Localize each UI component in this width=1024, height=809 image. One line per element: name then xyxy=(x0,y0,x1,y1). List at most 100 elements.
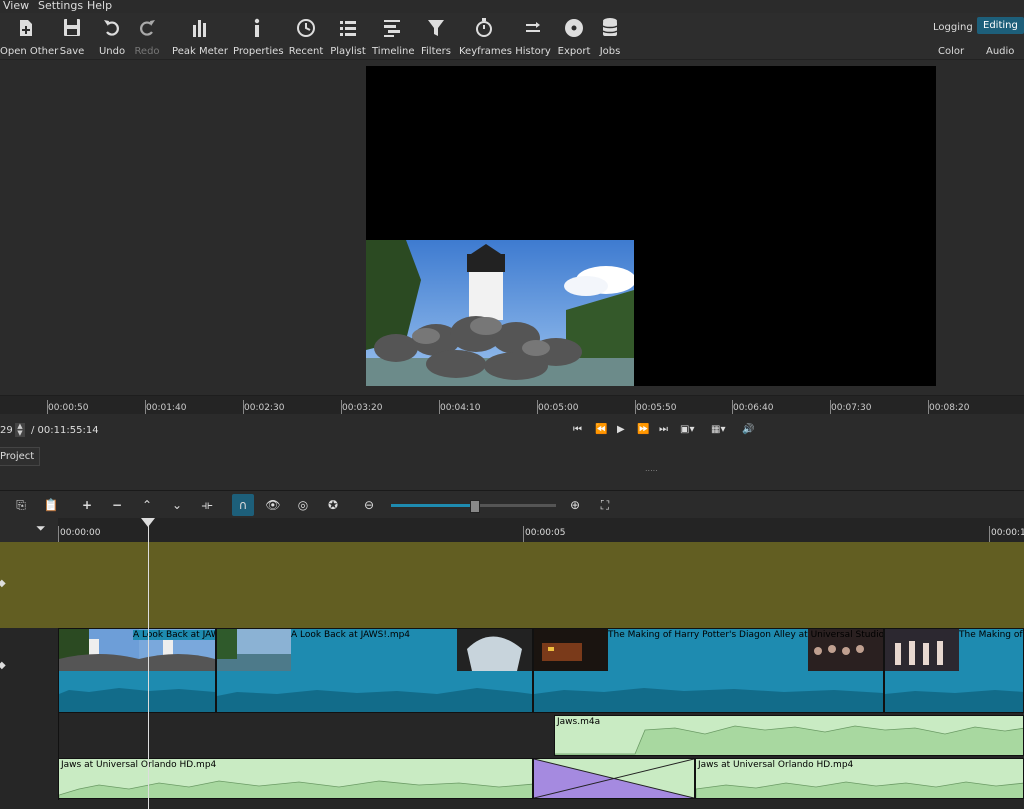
split-icon[interactable]: ⟛ xyxy=(198,497,216,513)
menu-settings[interactable]: Settings xyxy=(38,0,83,12)
ruler-label: 00:03:20 xyxy=(340,400,383,414)
timeline-ruler-label: 00:00:05 xyxy=(525,528,566,538)
disc-icon xyxy=(565,19,583,37)
zoom-slider-handle[interactable] xyxy=(470,500,480,513)
fast-forward-icon[interactable]: ⏩ xyxy=(637,424,649,435)
track-overlay[interactable]: ◆ xyxy=(0,542,1024,628)
video-clip[interactable]: The Making of H xyxy=(884,628,1024,713)
clip-waveform xyxy=(217,688,532,712)
open-other-button[interactable]: Open Other xyxy=(0,17,58,57)
volume-icon[interactable]: 🔊 xyxy=(742,424,754,435)
clip-title: A Look Back at JAW xyxy=(133,630,215,640)
layout-logging-button[interactable]: Logging xyxy=(927,19,979,36)
audio-clip[interactable]: Jaws at Universal Orlando HD.mp4 xyxy=(695,758,1024,799)
history-label: History xyxy=(515,46,551,57)
export-label: Export xyxy=(557,46,591,57)
rewind-icon[interactable]: ⏪ xyxy=(595,424,607,435)
zoom-in-icon[interactable]: ⊕ xyxy=(566,497,584,513)
recent-button[interactable]: Recent xyxy=(288,17,324,57)
filters-button[interactable]: Filters xyxy=(420,17,452,57)
peak-meter-button[interactable]: Peak Meter xyxy=(172,17,228,57)
undo-button[interactable]: Undo xyxy=(98,17,126,57)
timeline-ruler[interactable]: ⏷ 00:00:00 00:00:05 00:00:1 xyxy=(0,518,1024,542)
audio-clip[interactable]: Jaws at Universal Orlando HD.mp4 xyxy=(58,758,533,799)
transition-clip[interactable] xyxy=(533,758,695,799)
audio-clip[interactable]: Jaws.m4a xyxy=(554,715,1024,756)
history-button[interactable]: History xyxy=(515,17,551,57)
properties-label: Properties xyxy=(233,46,284,57)
jobs-button[interactable]: Jobs xyxy=(596,17,624,57)
track-audio-2[interactable]: Jaws at Universal Orlando HD.mp4 Jaws at… xyxy=(0,757,1024,800)
clip-title: A Look Back at JAWS!.mp4 xyxy=(291,630,411,640)
layout-editing-button[interactable]: Editing xyxy=(977,17,1024,34)
track-header-overlay: ◆ xyxy=(0,542,58,628)
redo-icon xyxy=(140,20,155,36)
grid-icon[interactable]: ▦▾ xyxy=(711,424,725,435)
ripple-icon[interactable]: ◎ xyxy=(294,497,312,513)
player-ruler[interactable]: 00:00:50 00:01:40 00:02:30 00:03:20 00:0… xyxy=(0,395,1024,414)
timeline-bottom-spacer xyxy=(0,800,1024,809)
track-header-audio-1 xyxy=(0,714,59,757)
position-field[interactable]: 29 xyxy=(0,425,13,436)
zoom-fit-icon[interactable]: ▣▾ xyxy=(680,424,694,435)
remove-icon[interactable]: − xyxy=(108,497,126,513)
lift-icon[interactable]: ⌃ xyxy=(138,497,156,513)
track-toggle-icon[interactable]: ◆ xyxy=(0,578,6,589)
properties-button[interactable]: Properties xyxy=(233,17,284,57)
skip-previous-icon[interactable]: ⏮ xyxy=(573,424,582,435)
redo-label: Redo xyxy=(134,46,160,57)
layout-color-button[interactable]: Color xyxy=(932,43,970,60)
layout-audio-button[interactable]: Audio xyxy=(980,43,1020,60)
copy-icon[interactable]: ⎘ xyxy=(12,497,30,513)
overwrite-icon[interactable]: ⌄ xyxy=(168,497,186,513)
position-spinner[interactable]: ▲ ▼ xyxy=(15,423,25,437)
clock-icon xyxy=(297,19,315,37)
info-icon xyxy=(254,18,260,37)
track-audio-1[interactable]: Jaws.m4a xyxy=(0,714,1024,757)
ruler-label: 00:04:10 xyxy=(438,400,481,414)
ruler-label: 00:06:40 xyxy=(731,400,774,414)
zoom-out-icon[interactable]: ⊖ xyxy=(360,497,378,513)
splitter-handle[interactable]: ..... xyxy=(645,464,658,473)
history-icon xyxy=(526,22,540,32)
export-button[interactable]: Export xyxy=(557,17,591,57)
video-clip[interactable]: A Look Back at JAWS!.mp4 xyxy=(216,628,533,713)
save-button[interactable]: Save xyxy=(58,17,86,57)
clip-waveform xyxy=(59,780,532,798)
peak-meter-icon xyxy=(193,20,206,37)
transition-icon xyxy=(534,759,694,798)
ripple-all-icon[interactable]: ✪ xyxy=(324,497,342,513)
video-clip[interactable]: A Look Back at JAW xyxy=(58,628,216,713)
open-other-icon xyxy=(20,20,32,36)
track-video[interactable]: ◆ A Look Back at JAW A Look Back at JAWS… xyxy=(0,628,1024,714)
menu-help[interactable]: Help xyxy=(87,0,112,12)
keyframes-label: Keyframes xyxy=(459,46,512,57)
video-clip[interactable]: The Making of Harry Potter's Diagon Alle… xyxy=(533,628,884,713)
tab-project[interactable]: Project xyxy=(0,447,41,466)
stopwatch-icon xyxy=(476,18,492,37)
play-icon[interactable]: ▶ xyxy=(617,424,625,435)
append-icon[interactable]: + xyxy=(78,497,96,513)
duration-label: / 00:11:55:14 xyxy=(31,425,99,436)
timeline-toolbar: ⎘ 📋 + − ⌃ ⌄ ⟛ ∩ 👁 ◎ ✪ ⊖ ⊕ ⛶ xyxy=(0,490,1024,519)
filter-track-icon[interactable]: ⏷ xyxy=(36,521,46,536)
undo-label: Undo xyxy=(98,46,126,57)
paste-icon[interactable]: 📋 xyxy=(42,497,60,513)
main-toolbar: Open Other Save Undo Redo Peak Meter Pro… xyxy=(0,13,1024,60)
video-player[interactable] xyxy=(366,66,936,386)
redo-button[interactable]: Redo xyxy=(133,17,161,57)
keyframes-button[interactable]: Keyframes xyxy=(459,17,512,57)
playhead[interactable] xyxy=(148,518,149,809)
zoom-slider[interactable] xyxy=(391,500,556,513)
track-toggle-icon[interactable]: ◆ xyxy=(0,660,6,671)
snap-icon[interactable]: ∩ xyxy=(232,494,254,516)
scrub-icon[interactable]: 👁 xyxy=(264,497,282,513)
timeline-button[interactable]: Timeline xyxy=(372,17,415,57)
clip-title: The Making of Harry Potter's Diagon Alle… xyxy=(608,630,884,640)
zoom-fit-timeline-icon[interactable]: ⛶ xyxy=(596,497,614,513)
recent-label: Recent xyxy=(288,46,324,57)
skip-next-icon[interactable]: ⏭ xyxy=(659,424,668,435)
playlist-button[interactable]: Playlist xyxy=(330,17,366,57)
menu-view[interactable]: View xyxy=(3,0,29,12)
video-frame-lighthouse xyxy=(366,240,634,386)
